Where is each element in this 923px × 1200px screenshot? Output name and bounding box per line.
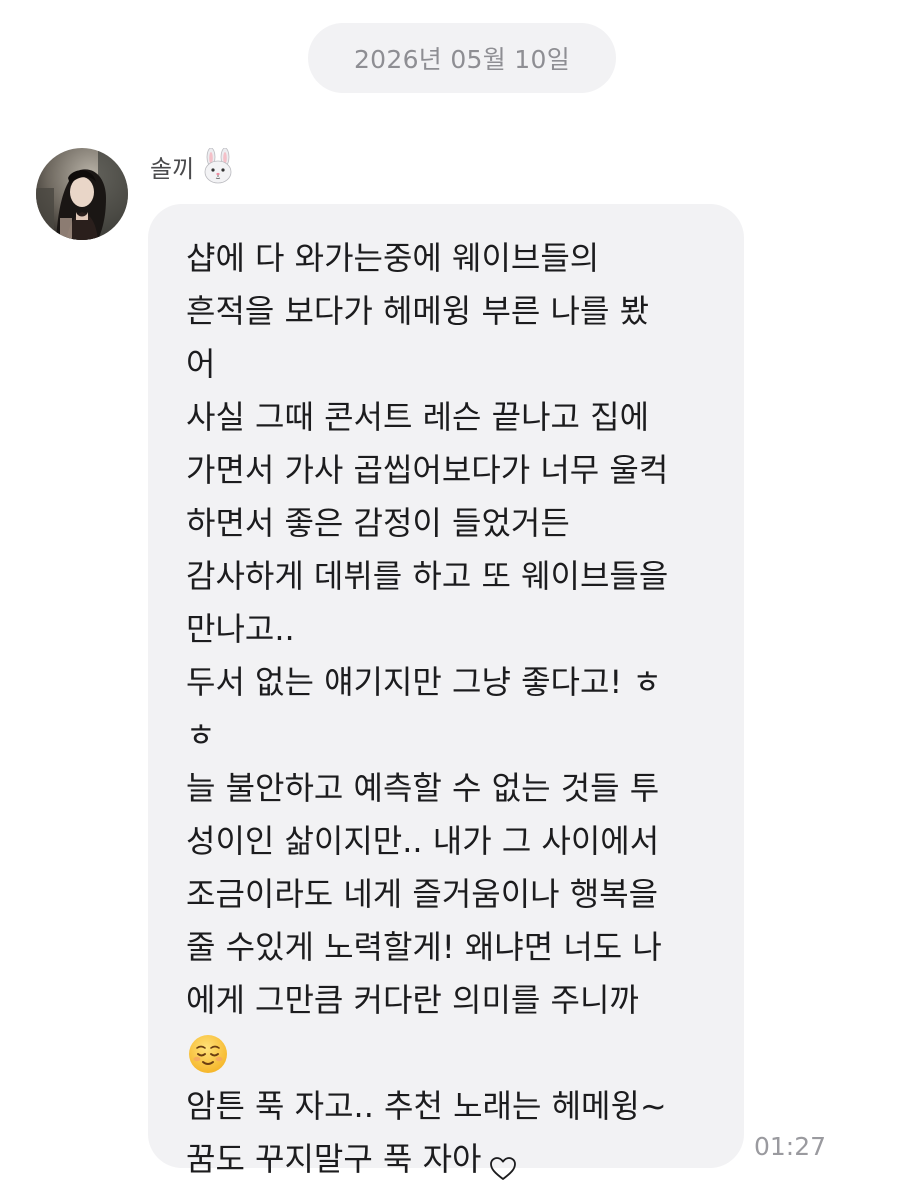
heart-outline-icon [489,1146,517,1180]
message-line: 가면서 가사 곱씹어보다가 너무 울컥 [186,451,669,489]
message-line: 사실 그때 콘서트 레슨 끝나고 집에 [186,398,650,436]
message-line: 감사하게 데뷔를 하고 또 웨이브들을 [186,557,669,595]
message-line: 샵에 다 와가는중에 웨이브들의 [186,239,600,277]
rabbit-face-icon [200,147,236,184]
message-line: 늘 불안하고 예측할 수 없는 것들 투 [186,769,660,807]
message-line: 하면서 좋은 감정이 들었거든 [186,504,570,542]
sender-header: 솔끼 [150,146,236,186]
message-line: 성이인 삶이지만.. 내가 그 사이에서 [186,822,660,860]
message-line-last: 꿈도 꾸지말구 푹 자아 [186,1133,714,1186]
sender-name: 솔끼 [150,154,195,183]
avatar[interactable] [36,148,128,240]
message-line: 만나고.. [186,610,295,648]
message-line: 두서 없는 얘기지만 그냥 좋다고! ㅎ [186,663,662,701]
message-line: 조금이라도 네게 즐거움이나 행복을 [186,875,659,913]
avatar-photo [36,148,128,240]
message-line: 줄 수있게 노력할게! 왜냐면 너도 나 [186,928,662,966]
message-line: 어 [186,345,216,383]
date-separator: 2026년 05월 10일 [308,23,616,93]
message-line: 에게 그만큼 커다란 의미를 주니까 [186,981,639,1019]
message-line-text: 꿈도 꾸지말구 푹 자아 [186,1140,482,1178]
message-bubble[interactable]: 샵에 다 와가는중에 웨이브들의 흔적을 보다가 헤메윙 부른 나를 봤 어 사… [148,204,744,1180]
date-separator-text: 2026년 05월 10일 [353,45,571,74]
relieved-face-icon [186,1032,230,1076]
message-line: 암튼 푹 자고.. 추천 노래는 헤메윙~ [186,1087,667,1125]
message-timestamp: 01:27 [754,1132,827,1161]
emoji-line [186,1027,714,1080]
message-line: ㅎ [186,716,216,754]
message-line: 흔적을 보다가 헤메윙 부른 나를 봤 [186,292,650,330]
